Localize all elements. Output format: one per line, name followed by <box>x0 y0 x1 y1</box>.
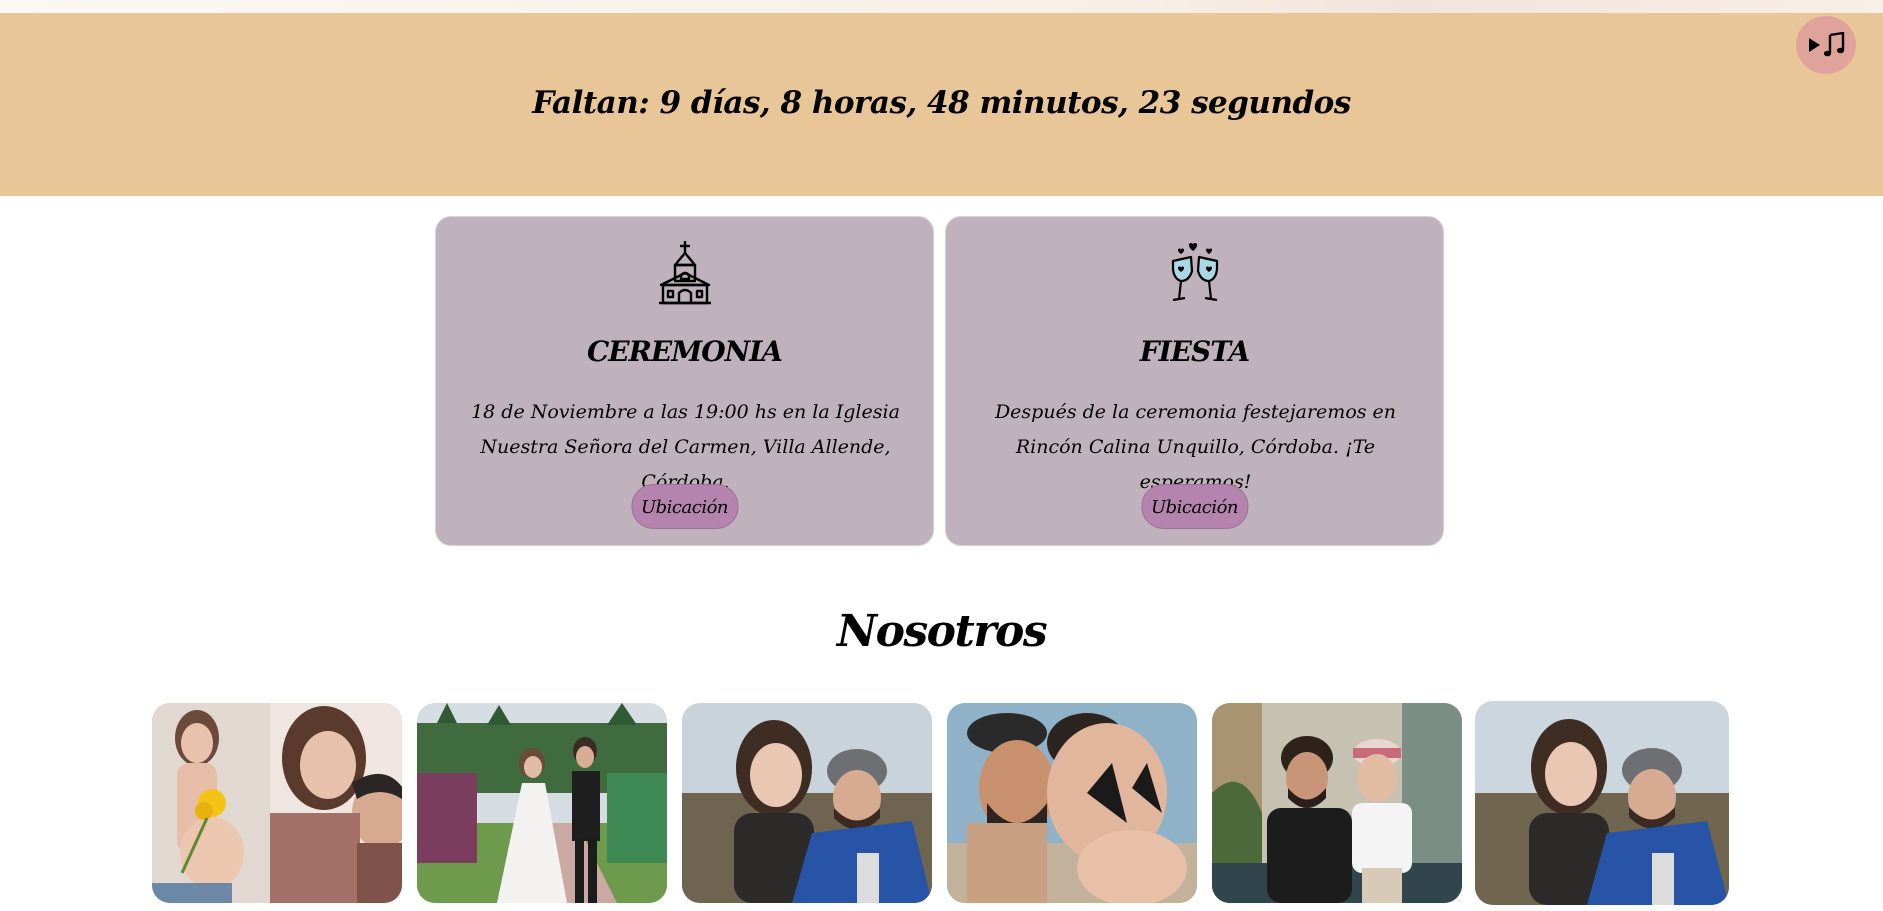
couple-outdoor-photo-2[interactable] <box>1475 701 1729 905</box>
couple-outdoor-photo[interactable] <box>682 703 932 903</box>
ceremony-card: CEREMONIA 18 de Noviembre a las 19:00 hs… <box>435 216 934 546</box>
gallery-title: Nosotros <box>836 606 1048 657</box>
couple-pregnancy-photo[interactable] <box>152 703 402 903</box>
music-note-icon <box>1823 32 1845 57</box>
wedding-walk-photo[interactable] <box>417 703 667 903</box>
ceremony-title: CEREMONIA <box>586 335 783 368</box>
church-icon <box>657 239 713 311</box>
party-location-button[interactable]: Ubicación <box>1140 484 1249 529</box>
music-play-button[interactable] <box>1796 16 1856 74</box>
party-card: FIESTA Después de la ceremonia festejare… <box>945 216 1444 546</box>
couple-indoor-photo[interactable] <box>1212 703 1462 903</box>
countdown-text: Faltan: 9 días, 8 horas, 48 minutos, 23 … <box>532 85 1351 121</box>
ceremony-location-button[interactable]: Ubicación <box>630 484 739 529</box>
couple-beach-photo[interactable] <box>947 703 1197 903</box>
play-icon <box>1809 38 1820 52</box>
party-title: FIESTA <box>1139 335 1251 368</box>
toast-glasses-icon <box>1165 239 1225 309</box>
top-background-strip <box>0 0 1883 13</box>
